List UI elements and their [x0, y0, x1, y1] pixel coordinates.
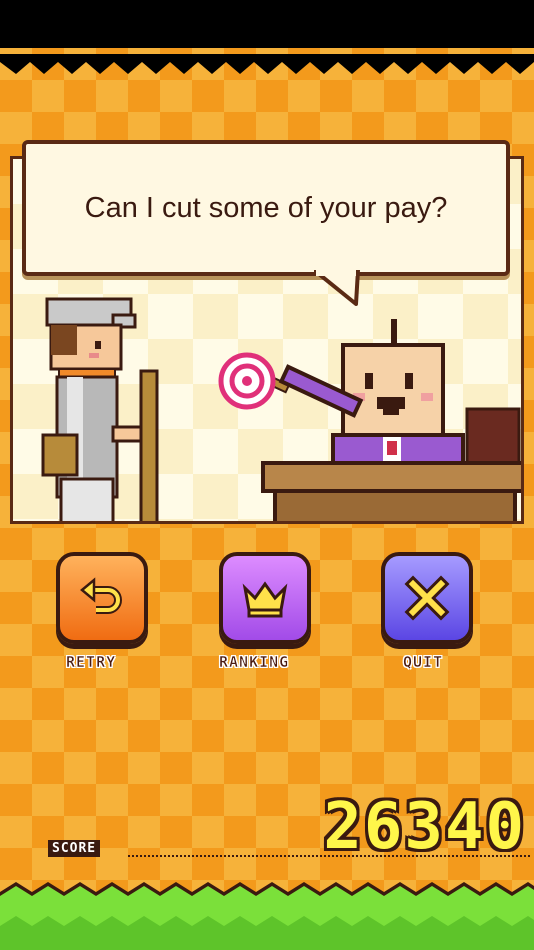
retry-arrow-icon — [80, 577, 122, 614]
ranking-label: RANKING — [219, 653, 290, 672]
boss-character — [278, 319, 521, 477]
quit-button[interactable] — [381, 552, 473, 644]
worker-character — [41, 297, 159, 521]
close-x-icon — [404, 575, 450, 621]
desk — [261, 461, 521, 521]
score-value: 26340 — [323, 790, 526, 864]
crown-icon — [242, 581, 288, 618]
grass-ground — [0, 882, 534, 950]
quit-label: QUIT — [403, 653, 444, 672]
top-zigzag-border — [0, 54, 534, 74]
lollipop-item — [218, 352, 291, 410]
score-label: SCORE — [48, 840, 101, 857]
speech-bubble: Can I cut some of your pay? — [22, 140, 510, 276]
ranking-button[interactable] — [219, 552, 311, 644]
retry-label: RETRY — [66, 653, 117, 672]
dialog-text: Can I cut some of your pay? — [84, 191, 448, 224]
retry-button[interactable] — [56, 552, 148, 644]
score-dotted-line — [128, 855, 530, 857]
speech-bubble-tail — [314, 270, 360, 306]
